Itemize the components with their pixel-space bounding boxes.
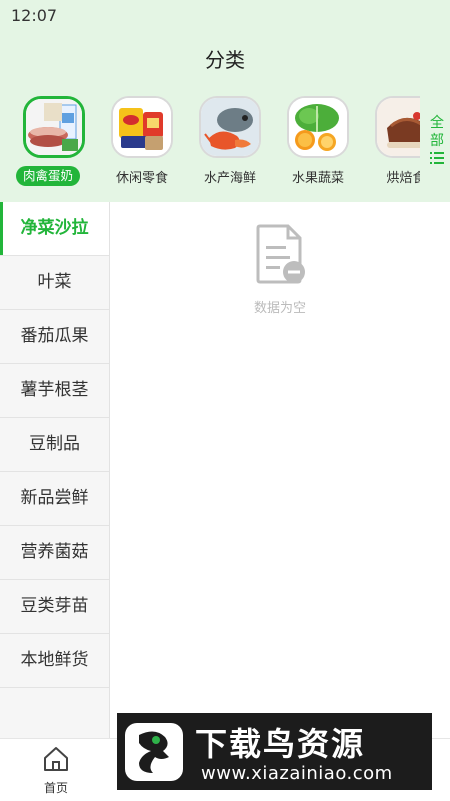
sidebar-item-salad[interactable]: 净菜沙拉 [0, 202, 109, 256]
sidebar: 净菜沙拉 叶菜 番茄瓜果 薯芋根茎 豆制品 新品尝鲜 营养菌菇 豆类芽苗 本地鲜… [0, 202, 110, 738]
watermark-url: www.xiazainiao.com [201, 763, 393, 784]
meat-eggs-milk-image [23, 96, 85, 158]
tab-home[interactable]: 首页 [11, 745, 101, 796]
tab-home-label: 首页 [43, 781, 68, 795]
watermark-logo [125, 723, 183, 781]
list-icon [430, 152, 444, 164]
all-label-line2: 部 [430, 133, 444, 149]
home-icon [44, 747, 68, 771]
sidebar-item-tomato-melon[interactable]: 番茄瓜果 [0, 310, 109, 364]
snacks-image [111, 96, 173, 158]
header: 12:07 分类 肉禽蛋奶 休闲零食 水产海鲜 水果蔬菜 烘焙食 全 部 [0, 0, 450, 202]
sidebar-item-leafy-veg[interactable]: 叶菜 [0, 256, 109, 310]
bakery-image [375, 96, 420, 158]
fruit-vegetable-image [287, 96, 349, 158]
all-label-line1: 全 [430, 115, 444, 131]
category-label: 肉禽蛋奶 [16, 166, 80, 186]
sidebar-item-root-veg[interactable]: 薯芋根茎 [0, 364, 109, 418]
watermark: 下载鸟资源 www.xiazainiao.com [117, 713, 432, 790]
category-label: 休闲零食 [115, 171, 168, 186]
category-row: 肉禽蛋奶 休闲零食 水产海鲜 水果蔬菜 烘焙食 [0, 96, 420, 192]
all-categories-button[interactable]: 全 部 [424, 114, 450, 164]
category-label: 水果蔬菜 [291, 171, 344, 186]
empty-document-icon [256, 224, 305, 284]
category-label: 水产海鲜 [203, 171, 256, 186]
empty-text: 数据为空 [253, 301, 306, 316]
sidebar-item-tofu[interactable]: 豆制品 [0, 418, 109, 472]
sidebar-item-mushrooms[interactable]: 营养菌菇 [0, 526, 109, 580]
sidebar-item-local-fresh[interactable]: 本地鲜货 [0, 634, 109, 688]
status-time: 12:07 [11, 6, 58, 25]
page-title: 分类 [205, 48, 245, 72]
sidebar-item-sprouts[interactable]: 豆类芽苗 [0, 580, 109, 634]
sidebar-item-new-items[interactable]: 新品尝鲜 [0, 472, 109, 526]
seafood-image [199, 96, 261, 158]
main-content: 数据为空 [110, 202, 450, 738]
category-label: 烘焙食 [386, 171, 420, 186]
watermark-title: 下载鸟资源 [195, 725, 366, 763]
